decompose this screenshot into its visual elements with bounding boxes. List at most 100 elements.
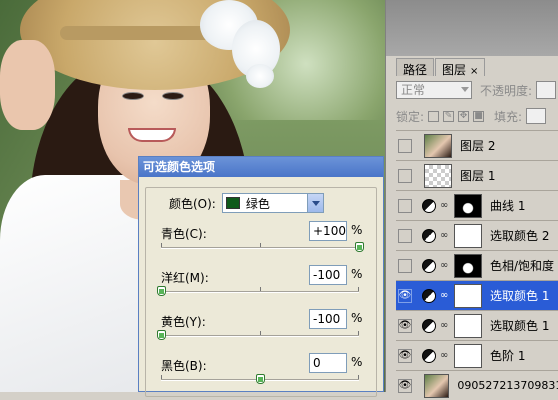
color-label: 颜色(O): <box>169 196 216 211</box>
lock-transparent-icon[interactable] <box>428 110 440 122</box>
blend-row: 正常 不透明度: <box>396 80 558 100</box>
slider-label: 黄色(Y): <box>161 315 206 329</box>
layer-thumbnail <box>424 163 452 188</box>
color-value: 绿色 <box>245 196 270 211</box>
lock-label: 锁定: <box>396 109 425 124</box>
visibility-toggle[interactable] <box>398 258 412 273</box>
lock-position-icon[interactable]: ✥ <box>458 110 470 122</box>
close-icon[interactable]: × <box>470 66 478 77</box>
eye-icon[interactable]: 👁 <box>398 288 412 303</box>
layer-row[interactable]: ∞ 选取颜色 2 <box>396 220 558 250</box>
layer-row[interactable]: ∞ 曲线 1 <box>396 190 558 220</box>
opacity-input[interactable] <box>536 81 557 99</box>
right-eye <box>162 92 184 100</box>
slider-tick <box>358 287 359 291</box>
slider-tick <box>260 243 261 247</box>
tab-layers[interactable]: 图层 × <box>435 58 486 77</box>
slider-black: 黑色(B): 0 % <box>139 349 385 393</box>
layers-panel: 路径 图层 × 正常 不透明度: 锁定: ✎ ✥ ■ 填充: 图层 2 图层 1 … <box>385 0 558 400</box>
slider-track[interactable] <box>161 335 359 337</box>
slider-thumb[interactable] <box>157 286 166 296</box>
black-value-input[interactable]: 0 <box>309 353 347 373</box>
link-icon: ∞ <box>440 230 449 241</box>
eye-icon[interactable]: 👁 <box>398 348 412 363</box>
layer-mask-thumbnail <box>454 223 482 248</box>
tab-label: 路径 <box>403 63 428 77</box>
visibility-toggle[interactable] <box>398 168 412 183</box>
slider-thumb[interactable] <box>355 242 364 252</box>
layer-mask-thumbnail <box>454 193 482 218</box>
flower <box>246 64 274 88</box>
layer-row[interactable]: 👁 ∞ 选取颜色 1 <box>396 310 558 340</box>
fill-input[interactable] <box>526 108 547 124</box>
eye-icon[interactable]: 👁 <box>398 378 412 393</box>
adjustment-layer-icon <box>422 228 436 243</box>
slider-tick <box>358 375 359 379</box>
cyan-value-input[interactable]: +100 <box>309 221 347 241</box>
magenta-value-input[interactable]: -100 <box>309 265 347 285</box>
slider-yellow: 黄色(Y): -100 % <box>139 305 385 349</box>
selective-color-dialog: 可选颜色选项 颜色(O): 绿色 青色(C): +100 % 洋红(M): -1… <box>138 156 385 397</box>
eye-icon[interactable]: 👁 <box>398 318 412 333</box>
lock-row: 锁定: ✎ ✥ ■ 填充: <box>396 108 558 124</box>
adjustment-layer-icon <box>422 318 436 333</box>
smile <box>128 128 176 142</box>
visibility-toggle[interactable] <box>398 198 412 213</box>
link-icon: ∞ <box>440 260 449 271</box>
adjustment-layer-icon <box>422 288 436 303</box>
slider-tick <box>260 287 261 291</box>
layer-row[interactable]: 👁 0905272137098316 <box>396 370 558 400</box>
layer-name: 色相/饱和度 <box>490 259 555 273</box>
visibility-toggle[interactable] <box>398 228 412 243</box>
color-select[interactable]: 绿色 <box>221 193 324 213</box>
dialog-title[interactable]: 可选颜色选项 <box>139 157 383 177</box>
percent-unit: % <box>351 267 363 281</box>
panel-tabs: 路径 图层 × <box>396 58 486 77</box>
tab-paths[interactable]: 路径 <box>396 58 435 77</box>
layer-mask-thumbnail <box>454 313 482 338</box>
slider-track[interactable] <box>161 247 359 249</box>
slider-magenta: 洋红(M): -100 % <box>139 261 385 305</box>
link-icon: ∞ <box>440 350 449 361</box>
layer-mask-thumbnail <box>454 283 482 308</box>
fill-label: 填充: <box>494 109 523 124</box>
chevron-down-icon <box>461 87 469 92</box>
layer-mask-thumbnail <box>454 253 482 278</box>
layer-name: 图层 2 <box>460 139 496 153</box>
layer-mask-thumbnail <box>454 343 482 368</box>
slider-tick <box>260 331 261 335</box>
color-row: 颜色(O): 绿色 <box>169 193 324 213</box>
layer-name: 选取颜色 2 <box>490 229 550 243</box>
layer-row[interactable]: 图层 1 <box>396 160 558 190</box>
opacity-label: 不透明度: <box>480 83 533 98</box>
slider-thumb[interactable] <box>157 330 166 340</box>
blend-mode-value: 正常 <box>401 83 426 97</box>
layer-name: 选取颜色 1 <box>490 289 550 303</box>
layer-thumbnail <box>424 373 450 398</box>
slider-cyan: 青色(C): +100 % <box>139 217 385 261</box>
layer-name: 曲线 1 <box>490 199 526 213</box>
percent-unit: % <box>351 355 363 369</box>
blend-mode-select[interactable]: 正常 <box>396 81 472 99</box>
visibility-toggle[interactable] <box>398 138 412 153</box>
layer-row-selected[interactable]: 👁 ∞ 选取颜色 1 <box>396 280 558 310</box>
yellow-value-input[interactable]: -100 <box>309 309 347 329</box>
slider-track[interactable] <box>161 291 359 293</box>
link-icon: ∞ <box>440 290 449 301</box>
adjustment-layer-icon <box>422 258 436 273</box>
slider-tick <box>358 331 359 335</box>
slider-label: 洋红(M): <box>161 271 209 285</box>
percent-unit: % <box>351 311 363 325</box>
slider-tick <box>161 243 162 247</box>
left-eye <box>122 92 144 100</box>
slider-thumb[interactable] <box>256 374 265 384</box>
layer-name: 色阶 1 <box>490 349 526 363</box>
adjustment-layer-icon <box>422 198 436 213</box>
layer-row[interactable]: ∞ 色相/饱和度 <box>396 250 558 280</box>
chevron-down-icon[interactable] <box>306 194 323 212</box>
layer-row[interactable]: 👁 ∞ 色阶 1 <box>396 340 558 370</box>
lock-all-icon[interactable]: ■ <box>473 110 485 122</box>
layer-row[interactable]: 图层 2 <box>396 130 558 160</box>
lock-image-icon[interactable]: ✎ <box>443 110 455 122</box>
color-swatch <box>225 197 240 209</box>
